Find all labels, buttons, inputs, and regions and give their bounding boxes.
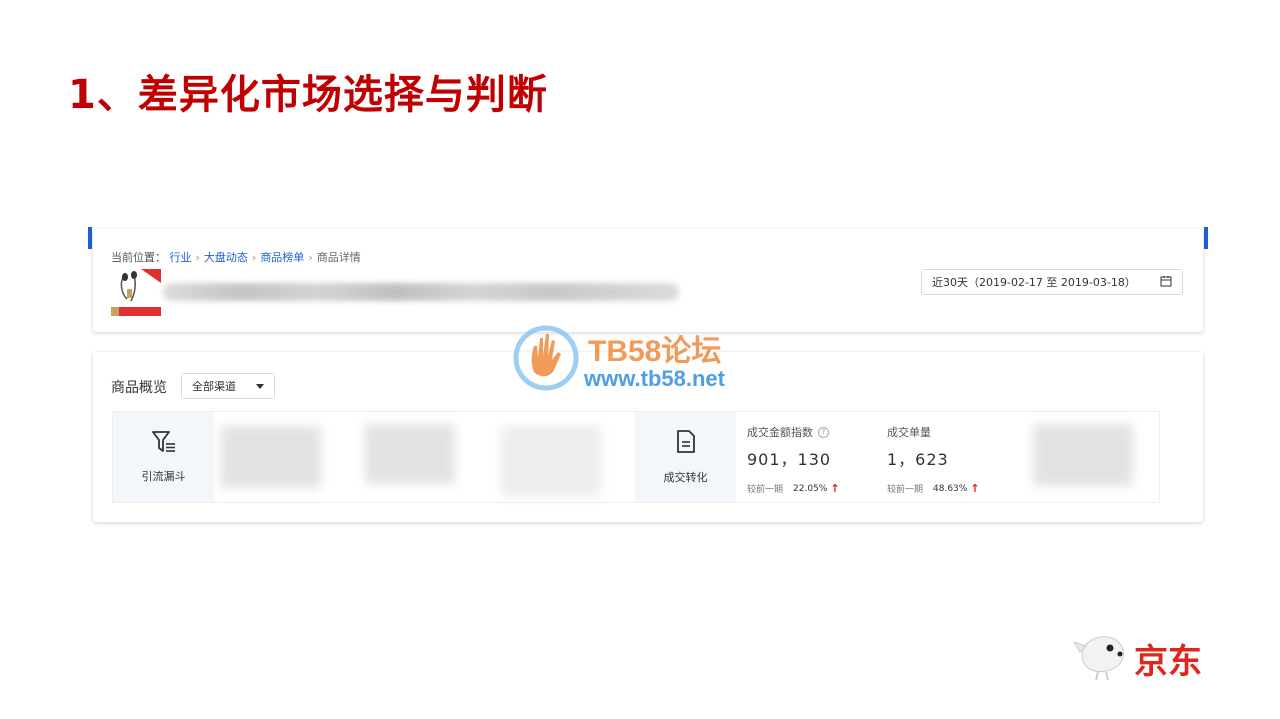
- card-accent-right: [1204, 227, 1208, 249]
- slide-title: 1、差异化市场选择与判断: [68, 72, 548, 118]
- jd-dog-mascot-icon: [1072, 636, 1125, 680]
- product-name-redacted: [163, 283, 679, 301]
- tab-deal-conversion-label: 成交转化: [663, 471, 708, 484]
- channel-select[interactable]: 全部渠道: [181, 373, 275, 399]
- compare-value: 22.05%: [793, 483, 828, 494]
- arrow-up-icon: ↑: [830, 482, 840, 495]
- arrow-up-icon: ↑: [970, 482, 980, 495]
- card-accent-left: [88, 227, 92, 249]
- hand-logo-icon: [513, 325, 579, 391]
- redacted-metric: [501, 426, 601, 496]
- compare-value: 48.63%: [933, 483, 968, 494]
- watermark-title: TB58论坛: [588, 335, 722, 368]
- channel-select-value: 全部渠道: [192, 380, 236, 393]
- redacted-metric: [365, 424, 455, 484]
- breadcrumb-separator-icon: ›: [195, 251, 200, 264]
- breadcrumb-item-current: 商品详情: [316, 251, 361, 264]
- date-range-picker[interactable]: 近30天（2019-02-17 至 2019-03-18）: [921, 269, 1183, 295]
- product-thumbnail[interactable]: [111, 269, 161, 317]
- metric-value: 901，130: [747, 450, 832, 469]
- jd-logo: 京东: [1072, 628, 1222, 682]
- chevron-down-icon: [256, 383, 264, 389]
- forum-watermark: TB58论坛 www.tb58.net: [512, 322, 782, 394]
- overview-panel: 引流漏斗 成交转化 成交金额指数 ? 901，130 较前一期 22.05% ↑…: [112, 411, 1160, 503]
- breadcrumb-item-industry[interactable]: 行业: [170, 251, 192, 264]
- earphone-product-image: [111, 269, 161, 317]
- tab-deal-conversion[interactable]: 成交转化: [635, 412, 736, 502]
- metric-label: 成交单量: [887, 426, 931, 439]
- help-icon[interactable]: ?: [818, 426, 829, 438]
- metric-deal-amount-index: 成交金额指数 ? 901，130 较前一期 22.05% ↑: [747, 424, 840, 495]
- metric-order-count: 成交单量 1，623 较前一期 48.63% ↑: [887, 424, 980, 495]
- jd-logo-text: 京东: [1134, 642, 1202, 682]
- metric-value: 1，623: [887, 450, 949, 469]
- date-range-label: 近30天（2019-02-17 至 2019-03-18）: [932, 276, 1136, 289]
- compare-label: 较前一期: [747, 485, 784, 495]
- breadcrumb-item-ranking[interactable]: 商品榜单: [260, 251, 304, 264]
- funnel-filter-icon: [151, 430, 177, 458]
- breadcrumb-prefix: 当前位置：: [111, 251, 166, 264]
- watermark-url: www.tb58.net: [584, 366, 725, 391]
- redacted-metric: [1033, 424, 1133, 486]
- breadcrumb: 当前位置： 行业 › 大盘动态 › 商品榜单 › 商品详情: [111, 249, 361, 265]
- breadcrumb-separator-icon: ›: [308, 251, 313, 264]
- metric-label: 成交金额指数: [747, 426, 813, 439]
- overview-title: 商品概览: [111, 380, 167, 396]
- calendar-icon: [1160, 275, 1172, 290]
- breadcrumb-item-market[interactable]: 大盘动态: [204, 251, 248, 264]
- product-header-card: 当前位置： 行业 › 大盘动态 › 商品榜单 › 商品详情 近30天（2019-02-17 …: [93, 229, 1203, 332]
- compare-label: 较前一期: [887, 485, 924, 495]
- breadcrumb-separator-icon: ›: [251, 251, 257, 264]
- document-icon: [675, 429, 697, 459]
- tab-traffic-funnel[interactable]: 引流漏斗: [113, 412, 214, 502]
- redacted-metric: [221, 426, 321, 488]
- tab-traffic-funnel-label: 引流漏斗: [141, 470, 186, 483]
